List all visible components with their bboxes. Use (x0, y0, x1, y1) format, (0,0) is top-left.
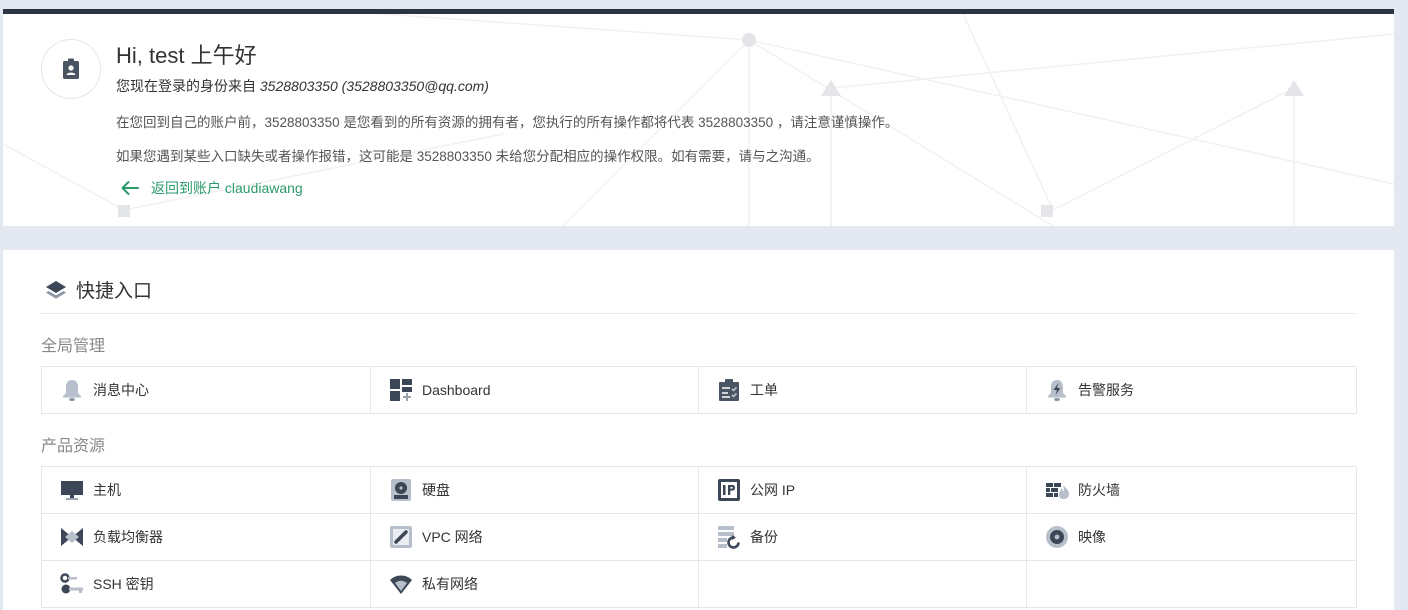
entry-label: 备份 (750, 529, 778, 545)
global-management-grid: 消息中心 Dashboard 工单 告警服务 (41, 366, 1357, 414)
entry-images[interactable]: 映像 (1027, 514, 1357, 561)
group-title-global: 全局管理 (41, 338, 106, 355)
entry-label: 防火墙 (1078, 482, 1120, 498)
entry-label: VPC 网络 (422, 529, 483, 545)
load-balancer-icon (60, 525, 84, 549)
entry-label: 公网 IP (750, 482, 796, 498)
layers-icon (44, 278, 68, 302)
alarm-icon (1045, 378, 1069, 402)
permission-notice: 如果您遇到某些入口缺失或者操作报错，这可能是 3528803350 未给您分配相… (116, 149, 820, 164)
ticket-icon (717, 378, 741, 402)
entry-firewall[interactable]: 防火墙 (1027, 467, 1357, 514)
entry-label: 告警服务 (1078, 382, 1134, 398)
entry-ticket[interactable]: 工单 (699, 367, 1027, 414)
greeting-title: Hi, test 上午好 (116, 43, 257, 68)
return-to-account-link[interactable]: 返回到账户 claudiawang (118, 176, 303, 200)
entry-private-network[interactable]: 私有网络 (371, 561, 699, 608)
group-title-products: 产品资源 (41, 438, 106, 455)
entry-label: 硬盘 (422, 482, 450, 498)
monitor-icon (60, 478, 84, 502)
bell-icon (60, 378, 84, 402)
ssh-key-icon (60, 572, 84, 596)
divider (41, 313, 1356, 314)
entry-label: 消息中心 (93, 382, 149, 398)
entry-label: Dashboard (422, 382, 491, 398)
empty-cell (699, 561, 1027, 608)
vpc-icon (389, 525, 413, 549)
quick-entry-title: 快捷入口 (76, 281, 153, 302)
firewall-icon (1045, 478, 1069, 502)
entry-label: 负载均衡器 (93, 529, 163, 545)
avatar (41, 39, 101, 99)
entry-label: 主机 (93, 482, 121, 498)
entry-vpc[interactable]: VPC 网络 (371, 514, 699, 561)
identity-prefix: 您现在登录的身份来自 (116, 78, 256, 94)
private-network-icon (389, 572, 413, 596)
disk-icon (389, 478, 413, 502)
owner-notice: 在您回到自己的账户前，3528803350 是您看到的所有资源的拥有者，您执行的… (116, 115, 899, 130)
identity-account: 3528803350 (3528803350@qq.com) (259, 78, 489, 94)
entry-label: 私有网络 (422, 576, 478, 592)
backup-icon (717, 525, 741, 549)
entry-eip[interactable]: 公网 IP (699, 467, 1027, 514)
entry-message-center[interactable]: 消息中心 (42, 367, 371, 414)
empty-cell (1027, 561, 1357, 608)
product-resources-grid: 主机 硬盘 公网 IP 防火墙 负载均衡器 VPC 网络 备份 映像 SSH 密… (41, 466, 1357, 608)
identity-line: 您现在登录的身份来自 3528803350 (3528803350@qq.com… (116, 76, 489, 96)
quick-entry-header: 快捷入口 (44, 276, 152, 303)
entry-instances[interactable]: 主机 (42, 467, 371, 514)
entry-backup[interactable]: 备份 (699, 514, 1027, 561)
id-badge-icon (59, 57, 83, 81)
entry-alarm-service[interactable]: 告警服务 (1027, 367, 1357, 414)
return-link-label: 返回到账户 claudiawang (151, 180, 303, 196)
impersonation-banner: Hi, test 上午好 您现在登录的身份来自 3528803350 (3528… (3, 9, 1394, 226)
entry-label: 工单 (750, 382, 778, 398)
arrow-left-icon (118, 176, 142, 200)
ip-icon (717, 478, 741, 502)
entry-label: SSH 密钥 (93, 576, 154, 592)
entry-volumes[interactable]: 硬盘 (371, 467, 699, 514)
image-icon (1045, 525, 1069, 549)
dashboard-icon (389, 378, 413, 402)
entry-dashboard[interactable]: Dashboard (371, 367, 699, 414)
entry-load-balancer[interactable]: 负载均衡器 (42, 514, 371, 561)
quick-entry-panel: 快捷入口 全局管理 消息中心 Dashboard 工单 告警服务 产品资源 主机… (3, 250, 1394, 610)
entry-ssh-keys[interactable]: SSH 密钥 (42, 561, 371, 608)
entry-label: 映像 (1078, 529, 1106, 545)
